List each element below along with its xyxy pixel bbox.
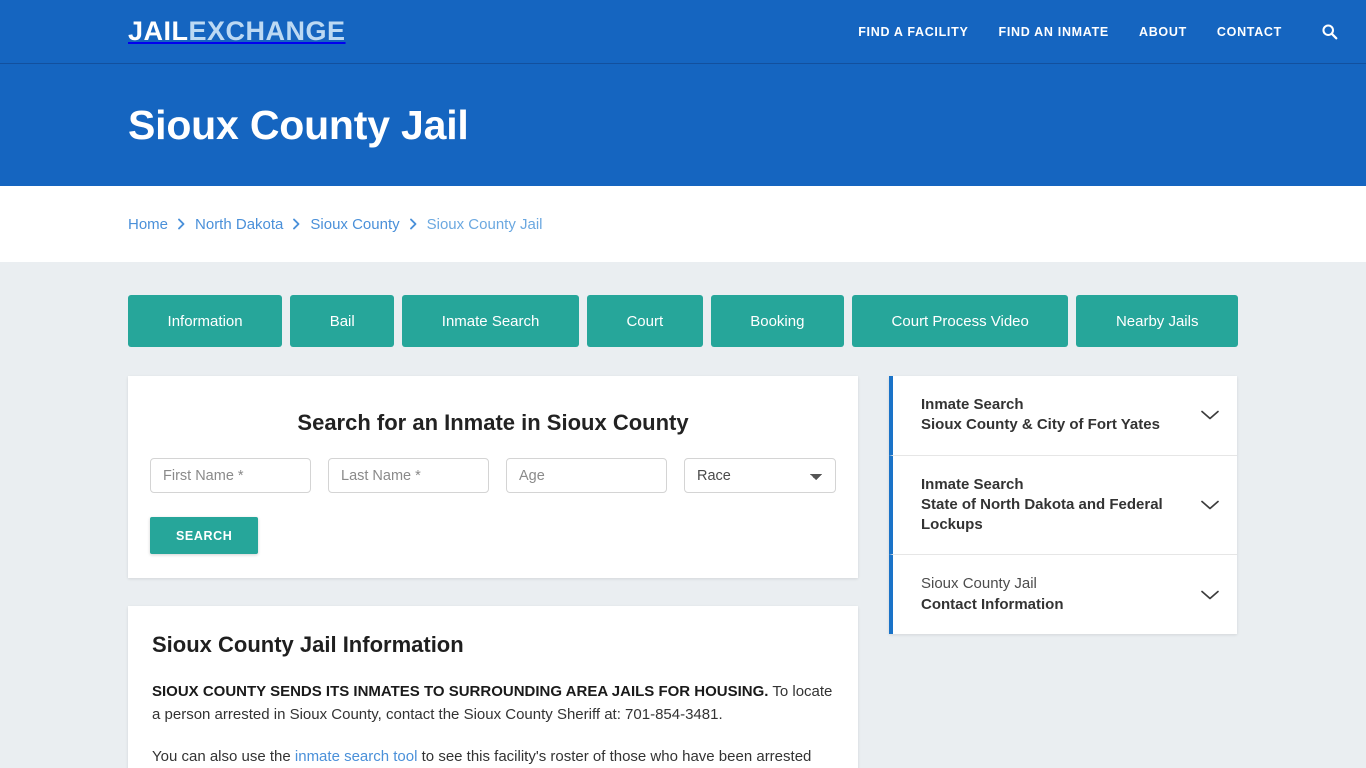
sidebar-accordion: Inmate Search Sioux County & City of For… — [889, 376, 1237, 634]
nav-item-find-an-inmate[interactable]: FIND AN INMATE — [998, 25, 1108, 39]
top-navigation-bar: JAILEXCHANGE FIND A FACILITY FIND AN INM… — [0, 0, 1366, 64]
accordion-item-line1: Inmate Search — [921, 396, 1024, 413]
age-input[interactable] — [506, 458, 667, 493]
breadcrumb-band: Home North Dakota Sioux County Sioux Cou… — [0, 186, 1366, 262]
tab-nearby-jails[interactable]: Nearby Jails — [1076, 295, 1239, 347]
main-nav: FIND A FACILITY FIND AN INMATE ABOUT CON… — [858, 21, 1340, 43]
chevron-down-icon[interactable] — [1199, 588, 1221, 602]
search-icon[interactable] — [1318, 21, 1340, 43]
race-select[interactable]: Race — [684, 458, 836, 493]
nav-item-contact[interactable]: CONTACT — [1217, 25, 1282, 39]
tab-booking[interactable]: Booking — [710, 295, 844, 347]
accordion-item-inmate-search-state[interactable]: Inmate Search State of North Dakota and … — [889, 455, 1237, 556]
accordion-item-line1: Sioux County Jail — [921, 575, 1037, 593]
info-paragraph-1-bold: SIOUX COUNTY SENDS ITS INMATES TO SURROU… — [152, 683, 769, 700]
nav-item-about[interactable]: ABOUT — [1139, 25, 1187, 39]
tab-court[interactable]: Court — [586, 295, 703, 347]
main-content: Information Bail Inmate Search Court Boo… — [0, 262, 1366, 768]
info-card-heading: Sioux County Jail Information — [152, 632, 464, 657]
accordion-item-line2: Sioux County & City of Fort Yates — [921, 416, 1160, 434]
page-title: Sioux County Jail — [128, 101, 469, 148]
facility-tabs: Information Bail Inmate Search Court Boo… — [128, 295, 1239, 347]
site-logo[interactable]: JAILEXCHANGE — [128, 18, 346, 45]
nav-item-find-a-facility[interactable]: FIND A FACILITY — [858, 25, 968, 39]
search-button-wrap: SEARCH — [150, 517, 836, 554]
page-title-band: Sioux County Jail — [0, 64, 1366, 186]
accordion-item-text: Sioux County Jail Contact Information — [921, 574, 1199, 615]
logo-text-jail: JAIL — [128, 16, 189, 46]
search-card-heading: Search for an Inmate in Sioux County — [297, 410, 689, 435]
accordion-item-contact-information[interactable]: Sioux County Jail Contact Information — [889, 555, 1237, 634]
first-name-input[interactable] — [150, 458, 311, 493]
breadcrumb-item-home[interactable]: Home — [128, 216, 168, 233]
breadcrumb-item-current: Sioux County Jail — [426, 215, 543, 233]
chevron-right-icon — [177, 218, 186, 230]
info-paragraph-1: SIOUX COUNTY SENDS ITS INMATES TO SURROU… — [152, 680, 834, 727]
chevron-right-icon — [292, 218, 301, 230]
chevron-down-icon[interactable] — [1199, 408, 1221, 422]
search-submit-button[interactable]: SEARCH — [150, 517, 259, 554]
inmate-search-tool-link[interactable]: inmate search tool — [295, 748, 418, 765]
chevron-down-icon[interactable] — [1199, 498, 1221, 512]
accordion-item-inmate-search-county[interactable]: Inmate Search Sioux County & City of For… — [889, 376, 1237, 456]
accordion-item-text: Inmate Search Sioux County & City of For… — [921, 395, 1199, 436]
tab-bail[interactable]: Bail — [290, 295, 395, 347]
last-name-input[interactable] — [328, 458, 489, 493]
info-paragraph-2: You can also use the inmate search tool … — [152, 745, 834, 768]
jail-information-card: Sioux County Jail Information SIOUX COUN… — [128, 606, 858, 768]
tab-inmate-search[interactable]: Inmate Search — [402, 295, 579, 347]
tab-information[interactable]: Information — [128, 295, 283, 347]
right-column: Inmate Search Sioux County & City of For… — [889, 376, 1237, 634]
tab-court-process-video[interactable]: Court Process Video — [852, 295, 1069, 347]
accordion-item-line2: State of North Dakota and Federal Lockup… — [921, 495, 1163, 533]
left-column: Search for an Inmate in Sioux County Rac… — [128, 376, 858, 768]
accordion-item-line2: Contact Information — [921, 595, 1064, 613]
search-fields: Race — [150, 458, 836, 493]
accordion-item-text: Inmate Search State of North Dakota and … — [921, 475, 1199, 536]
breadcrumb-item-north-dakota[interactable]: North Dakota — [195, 216, 283, 233]
info-paragraph-2-before: You can also use the — [152, 747, 295, 765]
inmate-search-card: Search for an Inmate in Sioux County Rac… — [128, 376, 858, 578]
logo-text-exchange: EXCHANGE — [188, 16, 346, 46]
chevron-right-icon — [409, 218, 418, 230]
breadcrumb-item-sioux-county[interactable]: Sioux County — [310, 216, 399, 233]
accordion-item-line1: Inmate Search — [921, 475, 1024, 493]
breadcrumb: Home North Dakota Sioux County Sioux Cou… — [128, 216, 543, 233]
